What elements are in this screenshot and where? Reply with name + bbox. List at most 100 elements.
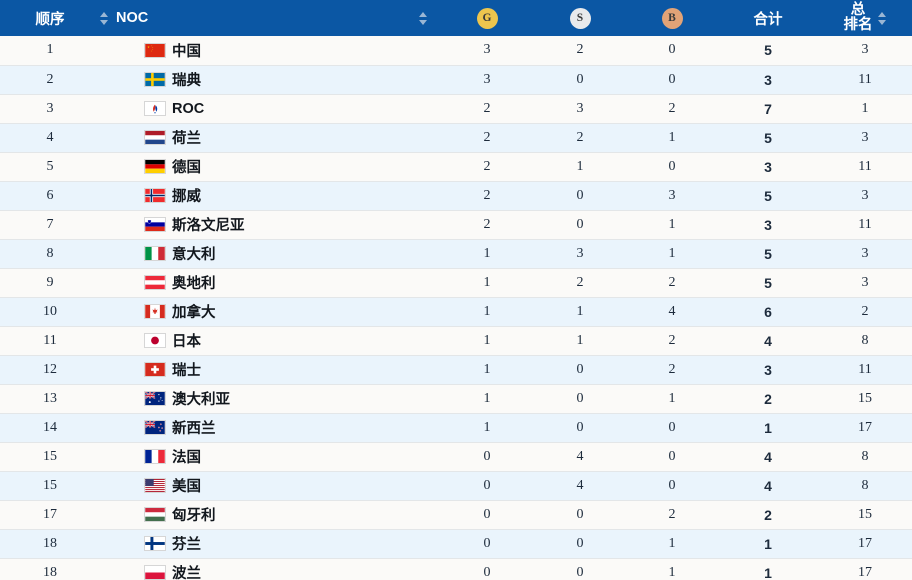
cell-noc[interactable]: 美国	[100, 471, 440, 501]
table-row[interactable]: 14 新西兰 1 0 0 1 17	[0, 413, 912, 443]
cell-silver: 2	[534, 268, 626, 298]
cell-overall-rank: 3	[818, 239, 912, 269]
cell-noc[interactable]: 意大利	[100, 239, 440, 269]
table-row[interactable]: 4 荷兰 2 2 1 5 3	[0, 123, 912, 153]
cell-bronze: 0	[626, 442, 718, 472]
cell-noc[interactable]: 日本	[100, 326, 440, 356]
table-row[interactable]: 2 瑞典 3 0 0 3 11	[0, 65, 912, 95]
bronze-medal-badge-icon: B	[661, 7, 683, 29]
sort-icon-rank[interactable]	[100, 11, 109, 25]
cell-silver: 1	[534, 152, 626, 182]
cell-rank: 10	[0, 297, 100, 327]
cell-noc[interactable]: 瑞典	[100, 65, 440, 95]
cell-noc[interactable]: 斯洛文尼亚	[100, 210, 440, 240]
cell-gold: 3	[440, 36, 534, 66]
cell-silver: 0	[534, 413, 626, 443]
cell-noc[interactable]: 奥地利	[100, 268, 440, 298]
cell-noc[interactable]: 芬兰	[100, 529, 440, 559]
cell-bronze: 3	[626, 181, 718, 211]
cell-gold: 1	[440, 326, 534, 356]
flag-icon-nl	[144, 130, 166, 145]
cell-bronze: 2	[626, 326, 718, 356]
cell-rank: 12	[0, 355, 100, 385]
table-row[interactable]: 17 匈牙利 0 0 2 2 15	[0, 500, 912, 530]
noc-name: 匈牙利	[172, 508, 216, 524]
cell-noc[interactable]: 法国	[100, 442, 440, 472]
flag-icon-at	[144, 275, 166, 290]
flag-icon-it	[144, 246, 166, 261]
cell-gold: 0	[440, 529, 534, 559]
cell-gold: 1	[440, 355, 534, 385]
table-row[interactable]: 13 澳大利亚 1 0 1 2 15	[0, 384, 912, 414]
column-header-overall-rank[interactable]: 总 排名	[818, 0, 912, 36]
cell-noc[interactable]: 挪威	[100, 181, 440, 211]
cell-overall-rank: 11	[818, 210, 912, 240]
cell-noc[interactable]: 荷兰	[100, 123, 440, 153]
column-header-noc[interactable]: NOC	[100, 0, 440, 36]
cell-bronze: 1	[626, 123, 718, 153]
noc-name: 日本	[172, 334, 201, 350]
cell-noc[interactable]: 加拿大	[100, 297, 440, 327]
column-header-silver[interactable]: S	[534, 0, 626, 36]
column-header-gold[interactable]: G	[440, 0, 534, 36]
column-header-bronze[interactable]: B	[626, 0, 718, 36]
cell-noc[interactable]: 澳大利亚	[100, 384, 440, 414]
table-row[interactable]: 15 法国 0 4 0 4 8	[0, 442, 912, 472]
cell-noc[interactable]: ROC	[100, 94, 440, 124]
noc-name: 中国	[172, 43, 201, 60]
cell-overall-rank: 2	[818, 297, 912, 327]
medal-standings-table: 顺序 NOC G S B 合计 总 排名 1 中国 3 2 0 5 3 2 瑞典…	[0, 0, 912, 580]
flag-icon-nz	[144, 420, 166, 435]
cell-noc[interactable]: 瑞士	[100, 355, 440, 385]
cell-silver: 0	[534, 210, 626, 240]
cell-noc[interactable]: 新西兰	[100, 413, 440, 443]
silver-medal-badge-icon: S	[569, 7, 591, 29]
noc-name: 波兰	[172, 566, 201, 580]
table-row[interactable]: 11 日本 1 1 2 4 8	[0, 326, 912, 356]
cell-noc[interactable]: 波兰	[100, 558, 440, 580]
table-header-row: 顺序 NOC G S B 合计 总 排名	[0, 0, 912, 36]
flag-icon-se	[144, 72, 166, 87]
table-row[interactable]: 5 德国 2 1 0 3 11	[0, 152, 912, 182]
table-row[interactable]: 6 挪威 2 0 3 5 3	[0, 181, 912, 211]
noc-name: 奥地利	[172, 276, 216, 292]
column-header-rank[interactable]: 顺序	[0, 0, 100, 36]
table-row[interactable]: 12 瑞士 1 0 2 3 11	[0, 355, 912, 385]
flag-icon-si	[144, 217, 166, 232]
table-row[interactable]: 18 芬兰 0 0 1 1 17	[0, 529, 912, 559]
table-row[interactable]: 8 意大利 1 3 1 5 3	[0, 239, 912, 269]
flag-icon-au	[144, 391, 166, 406]
cell-bronze: 1	[626, 384, 718, 414]
cell-overall-rank: 3	[818, 36, 912, 66]
sort-icon-noc[interactable]	[419, 11, 428, 25]
cell-rank: 6	[0, 181, 100, 211]
cell-total: 5	[718, 123, 818, 153]
cell-overall-rank: 8	[818, 442, 912, 472]
table-row[interactable]: 7 斯洛文尼亚 2 0 1 3 11	[0, 210, 912, 240]
cell-noc[interactable]: 德国	[100, 152, 440, 182]
table-row[interactable]: 10 加拿大 1 1 4 6 2	[0, 297, 912, 327]
cell-total: 5	[718, 181, 818, 211]
cell-total: 3	[718, 210, 818, 240]
noc-name: 荷兰	[172, 131, 201, 147]
cell-total: 2	[718, 384, 818, 414]
column-header-rank-label: 顺序	[35, 11, 65, 28]
cell-silver: 2	[534, 36, 626, 66]
table-row[interactable]: 18 波兰 0 0 1 1 17	[0, 558, 912, 580]
table-row[interactable]: 9 奥地利 1 2 2 5 3	[0, 268, 912, 298]
cell-silver: 0	[534, 558, 626, 580]
cell-noc[interactable]: 中国	[100, 36, 440, 66]
table-row[interactable]: 1 中国 3 2 0 5 3	[0, 36, 912, 66]
cell-overall-rank: 17	[818, 413, 912, 443]
table-row[interactable]: 3 ROC 2 3 2 7 1	[0, 94, 912, 124]
cell-total: 3	[718, 355, 818, 385]
cell-silver: 0	[534, 529, 626, 559]
cell-silver: 3	[534, 239, 626, 269]
gold-medal-badge-icon: G	[476, 7, 498, 29]
cell-total: 3	[718, 152, 818, 182]
sort-icon-overall-rank[interactable]	[877, 11, 887, 25]
cell-silver: 0	[534, 181, 626, 211]
table-row[interactable]: 15 美国 0 4 0 4 8	[0, 471, 912, 501]
column-header-total[interactable]: 合计	[718, 0, 818, 36]
cell-noc[interactable]: 匈牙利	[100, 500, 440, 530]
